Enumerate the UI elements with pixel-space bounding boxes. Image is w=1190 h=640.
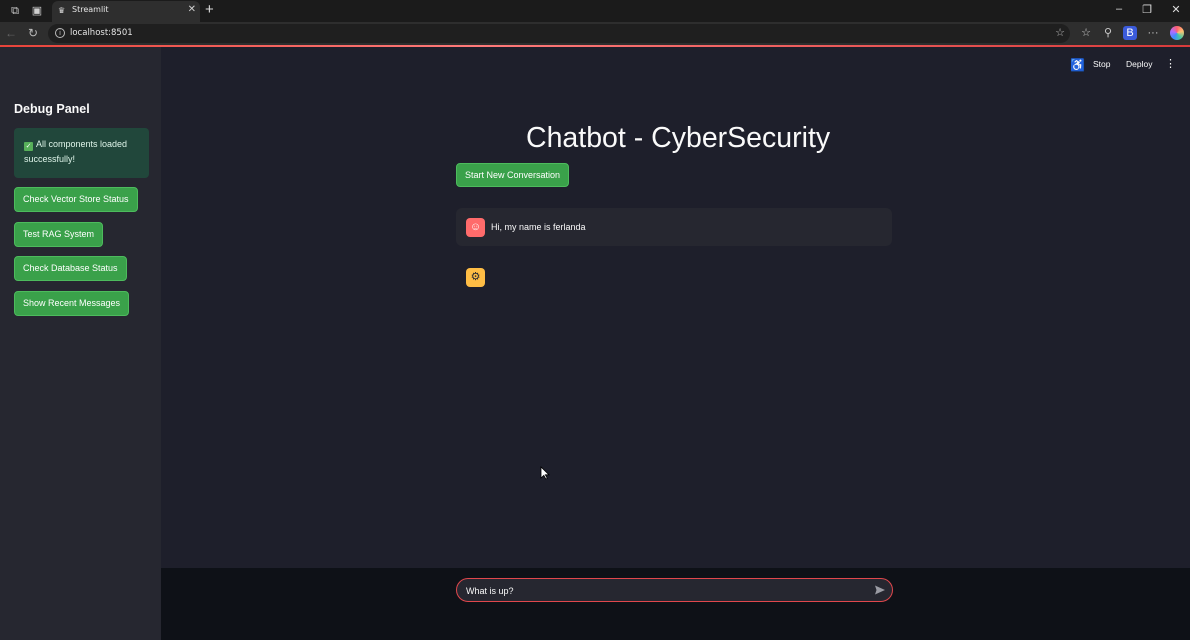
- assistant-avatar-icon: ⚙: [466, 268, 485, 287]
- streamlit-favicon-icon: ♛: [58, 6, 66, 15]
- app-area: Debug Panel ✓ All components loaded succe…: [0, 47, 1190, 640]
- workspaces-icon[interactable]: ⧉: [8, 4, 22, 18]
- favorite-star-icon[interactable]: ☆: [1055, 26, 1065, 39]
- url-text[interactable]: localhost:8501: [70, 28, 133, 38]
- main-menu-icon[interactable]: ⋮: [1165, 57, 1176, 70]
- back-icon[interactable]: ←: [4, 26, 18, 40]
- vertical-tabs-icon[interactable]: ▣: [30, 4, 44, 18]
- alert-text: All components loaded successfully!: [24, 139, 128, 164]
- tab-close-icon[interactable]: ✕: [188, 4, 196, 15]
- window-close-icon[interactable]: ✕: [1169, 3, 1183, 16]
- address-bar[interactable]: i localhost:8501 ☆: [48, 24, 1070, 43]
- page-title: Chatbot - CyberSecurity: [526, 122, 831, 154]
- checkmark-icon: ✓: [24, 142, 33, 151]
- test-rag-button[interactable]: Test RAG System: [14, 222, 104, 247]
- user-avatar-icon: ☺: [466, 218, 485, 237]
- chat-input-box[interactable]: [456, 578, 893, 602]
- check-database-button[interactable]: Check Database Status: [14, 256, 127, 281]
- site-info-icon[interactable]: i: [55, 28, 65, 38]
- profile-icon[interactable]: B: [1123, 26, 1137, 40]
- chat-message-user: ☺ Hi, my name is ferlanda: [456, 208, 892, 246]
- message-text: Hi, my name is ferlanda: [491, 222, 586, 232]
- success-alert: ✓ All components loaded successfully!: [14, 128, 149, 178]
- refresh-icon[interactable]: ↻: [26, 26, 40, 40]
- running-status-icon: ♿: [1070, 58, 1085, 72]
- extensions-icon[interactable]: ⚲: [1101, 26, 1115, 40]
- browser-toolbar: ← ↻ i localhost:8501 ☆ ☆ ⚲ B ···: [0, 22, 1190, 45]
- new-tab-icon[interactable]: +: [205, 2, 214, 18]
- send-icon[interactable]: [874, 584, 886, 596]
- tab-title: Streamlit: [72, 5, 109, 14]
- chat-input-container: [161, 568, 1190, 640]
- check-vector-store-button[interactable]: Check Vector Store Status: [14, 187, 138, 212]
- deploy-button[interactable]: Deploy: [1126, 59, 1152, 69]
- favorites-icon[interactable]: ☆: [1079, 26, 1093, 40]
- sidebar-title: Debug Panel: [14, 102, 90, 116]
- start-new-conversation-button[interactable]: Start New Conversation: [456, 163, 570, 187]
- sidebar: Debug Panel ✓ All components loaded succe…: [0, 47, 161, 640]
- minimize-icon[interactable]: –: [1112, 3, 1126, 15]
- show-recent-messages-button[interactable]: Show Recent Messages: [14, 291, 130, 316]
- browser-titlebar: ⧉ ▣ ♛ Streamlit ✕ + – ❐ ✕: [0, 0, 1190, 22]
- chat-input[interactable]: [466, 583, 866, 598]
- browser-tab[interactable]: ♛ Streamlit ✕: [52, 1, 200, 22]
- stop-button[interactable]: Stop: [1093, 59, 1111, 69]
- more-menu-icon[interactable]: ···: [1146, 26, 1160, 40]
- copilot-icon[interactable]: [1170, 26, 1184, 40]
- mouse-cursor-icon: [540, 466, 550, 480]
- restore-icon[interactable]: ❐: [1140, 3, 1154, 16]
